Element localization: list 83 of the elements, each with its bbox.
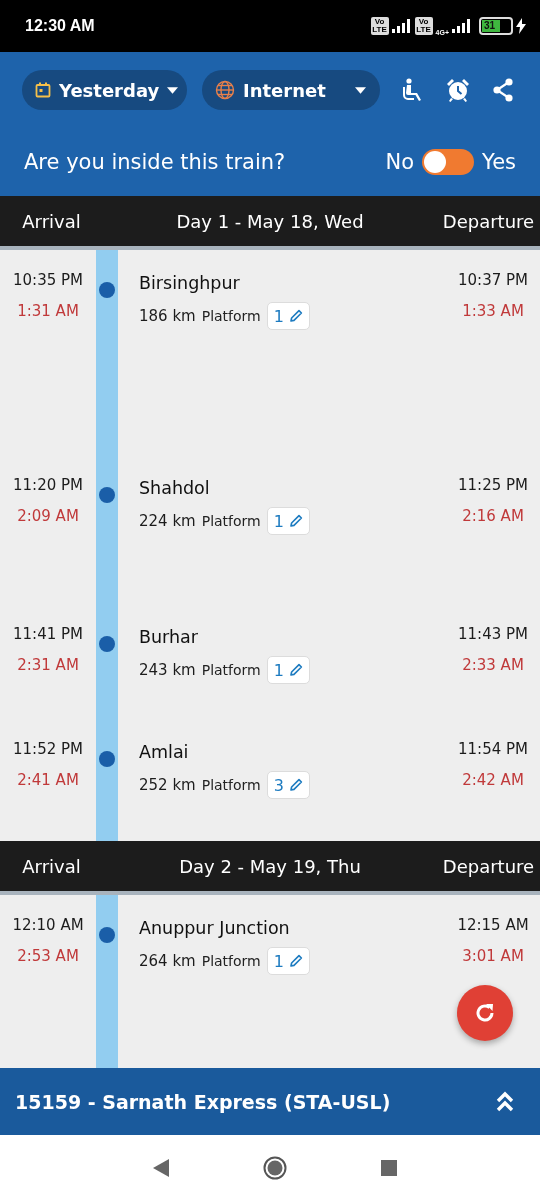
platform-label: Platform xyxy=(201,308,261,324)
arrival-time: 10:35 PM xyxy=(13,270,83,291)
distance: 186 km xyxy=(139,307,196,325)
refresh-button[interactable] xyxy=(457,985,513,1041)
column-heading: Departure xyxy=(441,855,536,877)
date-dropdown[interactable]: Yesterday xyxy=(22,70,187,110)
distance: 252 km xyxy=(139,776,196,794)
actual-departure-time: 2:33 AM xyxy=(462,655,524,676)
question-text: Are you inside this train? xyxy=(24,150,286,174)
signal-icon xyxy=(452,19,472,33)
station-name: Shahdol xyxy=(139,477,211,500)
actual-arrival-time: 2:53 AM xyxy=(17,946,79,967)
alarm-clock-icon[interactable] xyxy=(446,78,470,102)
toggle-label: No xyxy=(385,150,415,174)
platform-button[interactable]: 1 xyxy=(266,947,310,975)
actual-arrival-time: 2:09 AM xyxy=(17,506,79,527)
column-heading: Arrival xyxy=(21,210,82,232)
station-dot xyxy=(99,282,115,298)
battery-icon: 31 xyxy=(479,17,513,35)
pencil-icon xyxy=(288,778,303,792)
platform-button[interactable]: 1 xyxy=(266,302,310,330)
caret-icon xyxy=(167,86,179,94)
departure-time: 11:43 PM xyxy=(458,624,528,645)
station-dot xyxy=(99,751,115,767)
toggle-label: Yes xyxy=(482,150,516,174)
column-heading: Arrival xyxy=(21,855,82,877)
departure-time: 10:37 PM xyxy=(458,270,528,291)
station-dot xyxy=(99,487,115,503)
platform-label: Platform xyxy=(201,513,261,529)
station-name: Burhar xyxy=(139,626,199,649)
back-icon[interactable] xyxy=(153,1158,169,1177)
arrival-time: 11:52 PM xyxy=(13,739,83,760)
distance: 243 km xyxy=(139,661,196,679)
station-name: Amlai xyxy=(139,741,190,764)
departure-time: 12:15 AM xyxy=(457,915,529,936)
arrival-time: 11:41 PM xyxy=(13,624,83,645)
pencil-icon xyxy=(288,309,303,323)
pencil-icon xyxy=(288,514,303,528)
day-title: Day 1 - May 18, Wed xyxy=(175,210,365,232)
volte-badge: Vo LTE xyxy=(414,17,433,35)
inside-train-toggle[interactable] xyxy=(422,149,475,175)
departure-time: 11:54 PM xyxy=(458,739,528,760)
actual-departure-time: 2:16 AM xyxy=(462,506,524,527)
charging-icon xyxy=(516,18,526,34)
actual-departure-time: 2:42 AM xyxy=(462,770,524,791)
station-name: Birsinghpur xyxy=(139,272,241,295)
platform-label: Platform xyxy=(201,662,261,678)
station-dot xyxy=(99,636,115,652)
platform-label: Platform xyxy=(201,777,261,793)
double-chevron-up-icon xyxy=(496,1090,514,1113)
seated-person-icon[interactable] xyxy=(402,78,424,102)
day-title: Day 2 - May 19, Thu xyxy=(178,855,362,877)
station-dot xyxy=(99,927,115,943)
share-icon[interactable] xyxy=(492,78,514,102)
actual-arrival-time: 2:41 AM xyxy=(17,770,79,791)
train-title: 15159 - Sarnath Express (STA-USL) xyxy=(15,1090,391,1113)
platform-button[interactable]: 1 xyxy=(266,656,310,684)
actual-departure-time: 1:33 AM xyxy=(462,301,524,322)
source-dropdown[interactable]: Internet xyxy=(202,70,380,110)
arrival-time: 11:20 PM xyxy=(13,475,83,496)
signal-icon xyxy=(391,19,412,33)
actual-arrival-time: 2:31 AM xyxy=(17,655,79,676)
platform-label: Platform xyxy=(201,953,261,969)
platform-button[interactable]: 1 xyxy=(266,507,310,535)
arrival-time: 12:10 AM xyxy=(12,915,84,936)
globe-icon xyxy=(215,80,235,100)
pencil-icon xyxy=(288,663,303,677)
departure-time: 11:25 PM xyxy=(458,475,528,496)
distance: 224 km xyxy=(139,512,196,530)
distance: 264 km xyxy=(139,952,196,970)
platform-button[interactable]: 3 xyxy=(266,771,310,799)
actual-arrival-time: 1:31 AM xyxy=(17,301,79,322)
status-time: 12:30 AM xyxy=(25,17,95,35)
recents-icon[interactable] xyxy=(381,1159,397,1176)
pencil-icon xyxy=(288,954,303,968)
volte-badge: Vo LTE xyxy=(370,17,389,35)
actual-departure-time: 3:01 AM xyxy=(462,946,524,967)
home-icon[interactable] xyxy=(263,1155,287,1180)
train-bar[interactable]: 15159 - Sarnath Express (STA-USL) xyxy=(0,1068,540,1135)
calendar-icon xyxy=(35,82,51,98)
column-heading: Departure xyxy=(441,210,536,232)
station-name: Anuppur Junction xyxy=(139,917,291,940)
caret-icon xyxy=(355,86,366,94)
